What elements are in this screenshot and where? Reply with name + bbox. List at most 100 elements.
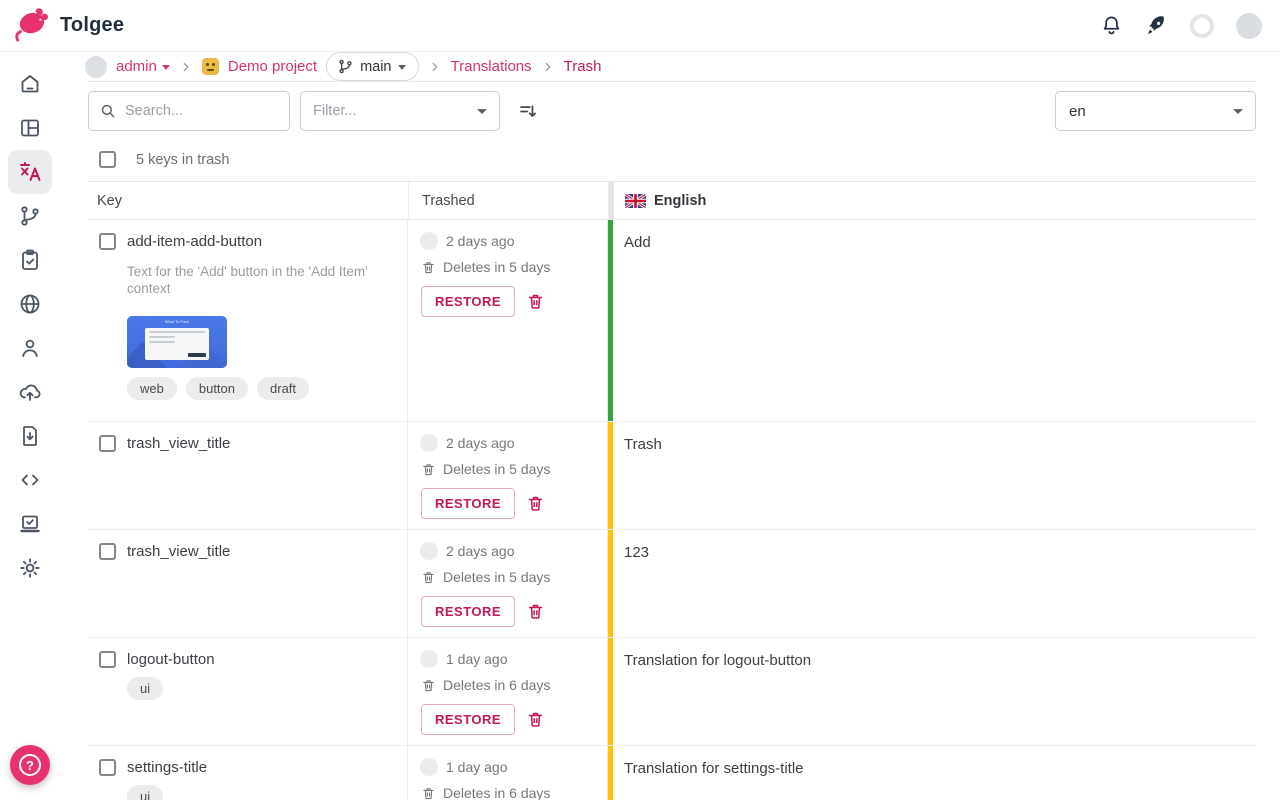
- globe-icon: [18, 292, 42, 316]
- trashed-time: 2 days ago: [446, 233, 515, 249]
- sidebar-item-tasks[interactable]: [8, 238, 52, 282]
- translation-cell[interactable]: Trash: [608, 422, 1256, 529]
- trash-icon: [421, 462, 436, 477]
- filter-placeholder: Filter...: [313, 103, 357, 119]
- tag-list: ui: [127, 785, 393, 800]
- translation-cell[interactable]: Translation for settings-title: [608, 746, 1256, 800]
- language-name: English: [654, 193, 706, 209]
- sidebar-item-home[interactable]: [8, 62, 52, 106]
- sidebar-item-translations[interactable]: [8, 150, 52, 194]
- tag-pill[interactable]: button: [186, 377, 248, 400]
- table-row: settings-title ui 1 day ago Deletes in 6…: [88, 746, 1256, 800]
- language-select[interactable]: en: [1055, 91, 1256, 131]
- search-input[interactable]: [125, 103, 265, 119]
- breadcrumb-organization[interactable]: admin: [116, 58, 170, 75]
- deleter-avatar: [420, 542, 438, 560]
- filter-select[interactable]: Filter...: [300, 91, 500, 131]
- key-cell[interactable]: trash_view_title: [88, 530, 408, 637]
- dashboard-icon: [18, 116, 42, 140]
- tag-pill[interactable]: ui: [127, 785, 163, 800]
- chevron-down-icon: [162, 65, 170, 70]
- restore-button[interactable]: RESTORE: [421, 488, 515, 519]
- trash-icon: [526, 602, 545, 621]
- key-name: logout-button: [127, 651, 215, 668]
- deleter-avatar: [420, 650, 438, 668]
- home-icon: [18, 72, 42, 96]
- help-button[interactable]: ?: [10, 745, 50, 785]
- delete-permanently-button[interactable]: [526, 602, 545, 621]
- translation-cell[interactable]: Add: [608, 220, 1256, 421]
- search-field[interactable]: [88, 91, 290, 131]
- sidebar-item-settings[interactable]: [8, 546, 52, 590]
- select-all-checkbox[interactable]: [99, 151, 116, 168]
- tag-pill[interactable]: ui: [127, 677, 163, 700]
- key-cell[interactable]: settings-title ui: [88, 746, 408, 800]
- tag-pill[interactable]: web: [127, 377, 177, 400]
- trash-icon: [526, 494, 545, 513]
- search-icon: [99, 102, 117, 120]
- toolbar: Filter... en: [60, 82, 1280, 131]
- breadcrumb-current-page: Trash: [564, 58, 602, 75]
- notifications-bell-icon[interactable]: [1100, 14, 1123, 37]
- translation-cell[interactable]: 123: [608, 530, 1256, 637]
- row-checkbox[interactable]: [99, 233, 116, 250]
- table-body: add-item-add-button Text for the 'Add' b…: [88, 220, 1256, 800]
- restore-button[interactable]: RESTORE: [421, 286, 515, 317]
- chevron-down-icon: [477, 109, 487, 114]
- delete-permanently-button[interactable]: [526, 292, 545, 311]
- restore-button[interactable]: RESTORE: [421, 596, 515, 627]
- question-mark-icon: ?: [19, 754, 41, 776]
- main-content: admin Demo project main Translations: [60, 52, 1280, 800]
- trash-icon: [526, 710, 545, 729]
- rocket-icon[interactable]: [1145, 14, 1168, 37]
- screenshot-thumbnail[interactable]: What To Pack: [127, 316, 227, 368]
- org-avatar[interactable]: [85, 56, 107, 78]
- sidebar-item-integrations[interactable]: [8, 458, 52, 502]
- trash-icon: [421, 260, 436, 275]
- breadcrumb-organization-label: admin: [116, 58, 157, 75]
- sidebar-item-dashboard[interactable]: [8, 106, 52, 150]
- app-sidebar: ?: [0, 52, 60, 800]
- breadcrumb-translations[interactable]: Translations: [451, 58, 532, 75]
- key-cell[interactable]: logout-button ui: [88, 638, 408, 745]
- key-cell[interactable]: add-item-add-button Text for the 'Add' b…: [88, 220, 408, 421]
- branch-selector[interactable]: main: [326, 52, 418, 81]
- delete-permanently-button[interactable]: [526, 494, 545, 513]
- row-checkbox[interactable]: [99, 759, 116, 776]
- file-download-icon: [18, 424, 42, 448]
- table-row: trash_view_title 2 days ago Deletes in 5…: [88, 422, 1256, 530]
- cloud-upload-icon: [18, 380, 42, 404]
- user-icon: [18, 336, 42, 360]
- deletes-in-label: Deletes in 6 days: [443, 785, 550, 800]
- sidebar-item-export[interactable]: [8, 414, 52, 458]
- breadcrumb-project[interactable]: Demo project: [228, 58, 317, 75]
- tag-pill[interactable]: draft: [257, 377, 309, 400]
- translation-state-bar: [608, 220, 613, 421]
- table-row: logout-button ui 1 day ago Deletes in 6 …: [88, 638, 1256, 746]
- chevron-down-icon: [398, 65, 406, 70]
- breadcrumb-separator-icon: [541, 60, 555, 74]
- column-header-key: Key: [88, 182, 408, 219]
- translation-text: Trash: [624, 436, 662, 453]
- delete-permanently-button[interactable]: [526, 710, 545, 729]
- user-avatar[interactable]: [1236, 13, 1262, 39]
- translation-cell[interactable]: Translation for logout-button: [608, 638, 1256, 745]
- deletes-in-label: Deletes in 5 days: [443, 461, 550, 477]
- sidebar-item-devtools[interactable]: [8, 502, 52, 546]
- keys-in-trash-count: 5 keys in trash: [136, 152, 230, 168]
- sidebar-item-import[interactable]: [8, 370, 52, 414]
- row-checkbox[interactable]: [99, 651, 116, 668]
- progress-ring[interactable]: [1190, 14, 1214, 38]
- breadcrumb-translations-label: Translations: [451, 58, 532, 75]
- trashed-time: 1 day ago: [446, 651, 508, 667]
- row-checkbox[interactable]: [99, 435, 116, 452]
- translation-state-bar: [608, 422, 613, 529]
- restore-button[interactable]: RESTORE: [421, 704, 515, 735]
- key-cell[interactable]: trash_view_title: [88, 422, 408, 529]
- sidebar-item-languages[interactable]: [8, 282, 52, 326]
- sort-button[interactable]: [518, 101, 539, 122]
- sidebar-item-members[interactable]: [8, 326, 52, 370]
- brand[interactable]: Tolgee: [12, 4, 124, 47]
- row-checkbox[interactable]: [99, 543, 116, 560]
- sidebar-item-branches[interactable]: [8, 194, 52, 238]
